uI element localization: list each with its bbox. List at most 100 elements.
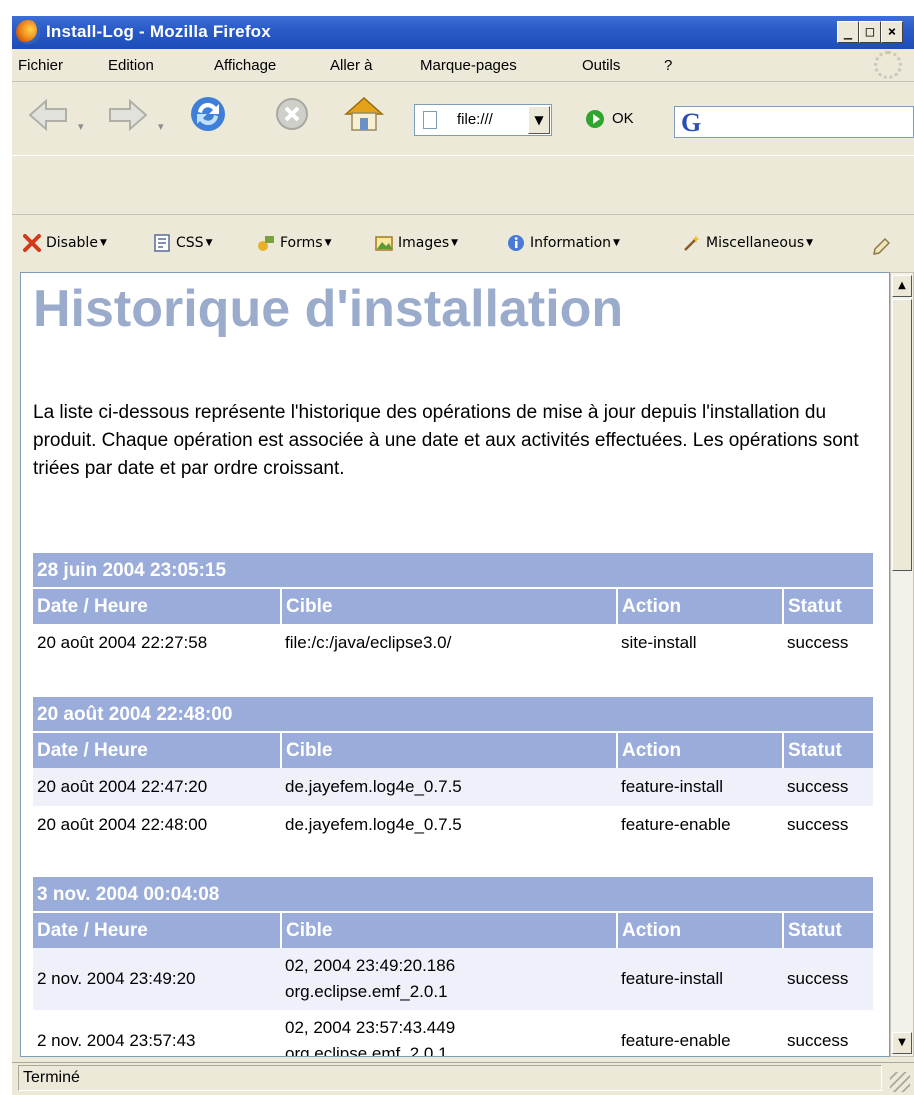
status-text: Terminé [18, 1065, 882, 1091]
column-header-target: Cible [280, 589, 617, 624]
vertical-scrollbar[interactable]: ▲ ▼ [890, 272, 914, 1057]
operation-block: 28 juin 2004 23:05:15 Date / Heure Cible… [33, 553, 873, 662]
menu-marque-pages[interactable]: Marque-pages [420, 57, 517, 74]
miscellaneous-menu[interactable]: Miscellaneous ▼ [682, 233, 813, 259]
cell-action: feature-enable [621, 815, 731, 834]
cell-action: site-install [621, 633, 697, 652]
column-header-action: Action [616, 733, 783, 768]
back-history-dropdown[interactable]: ▾ [78, 120, 84, 133]
table-header-row: Date / Heure Cible Action Statut [33, 733, 873, 768]
cell-date: 2 nov. 2004 23:57:43 [37, 1031, 196, 1050]
operation-block: 20 août 2004 22:48:00 Date / Heure Cible… [33, 697, 873, 844]
column-header-target: Cible [280, 913, 617, 948]
resize-grip-icon[interactable] [890, 1072, 910, 1092]
page-icon [423, 111, 437, 129]
web-developer-toolbar: Disable ▼ CSS ▼ Forms ▼ Images ▼ Information… [12, 226, 914, 266]
column-header-status: Statut [782, 589, 873, 624]
operation-block: 3 nov. 2004 00:04:08 Date / Heure Cible … [33, 877, 873, 1057]
table-row: 2 nov. 2004 23:49:20 02, 2004 23:49:20.1… [33, 948, 873, 1010]
url-text[interactable]: file:/// [457, 111, 527, 128]
menu-outils[interactable]: Outils [582, 57, 620, 74]
cell-status: success [787, 815, 849, 834]
operation-table: Date / Heure Cible Action Statut 2 nov. … [33, 913, 873, 1057]
home-icon[interactable] [342, 92, 386, 134]
go-button[interactable]: OK [612, 110, 634, 127]
search-box[interactable]: G [674, 106, 914, 138]
table-row: 20 août 2004 22:27:58 file:/c:/java/ecli… [33, 624, 873, 662]
cell-date: 20 août 2004 22:48:00 [37, 815, 208, 834]
table-row: 2 nov. 2004 23:57:43 02, 2004 23:57:43.4… [33, 1010, 873, 1057]
css-icon [154, 234, 170, 252]
scroll-up-arrow-icon[interactable]: ▲ [892, 275, 912, 297]
close-button[interactable]: × [881, 21, 903, 43]
cell-action: feature-enable [621, 1031, 731, 1050]
cell-status: success [787, 633, 849, 652]
menu-affichage[interactable]: Affichage [214, 57, 276, 74]
cell-target-line: org.eclipse.emf_2.0.1 [285, 1044, 448, 1057]
disable-menu[interactable]: Disable ▼ [22, 233, 107, 259]
forward-arrow-icon[interactable] [106, 98, 150, 132]
column-header-status: Statut [782, 913, 873, 948]
url-dropdown-button[interactable]: ▼ [528, 106, 550, 134]
back-arrow-icon[interactable] [26, 98, 70, 132]
operation-title: 28 juin 2004 23:05:15 [33, 553, 873, 589]
cell-action: feature-install [617, 768, 783, 806]
table-row: 20 août 2004 22:48:00 de.jayefem.log4e_0… [33, 806, 873, 844]
menu-bar: Fichier Edition Affichage Aller à Marque… [12, 49, 914, 82]
css-menu[interactable]: CSS ▼ [152, 233, 212, 259]
reload-icon[interactable] [188, 94, 228, 134]
menu-help[interactable]: ? [664, 57, 672, 74]
forms-menu[interactable]: Forms ▼ [256, 233, 331, 259]
table-header-row: Date / Heure Cible Action Statut [33, 913, 873, 948]
column-header-status: Statut [782, 733, 873, 768]
table-header-row: Date / Heure Cible Action Statut [33, 589, 873, 624]
url-bar[interactable]: file:/// ▼ [414, 104, 552, 136]
firefox-icon [16, 20, 40, 44]
operation-title: 20 août 2004 22:48:00 [33, 697, 873, 733]
miscellaneous-icon [684, 235, 700, 251]
cell-date: 2 nov. 2004 23:49:20 [33, 948, 281, 1010]
images-icon [375, 236, 393, 251]
forms-icon [258, 236, 274, 251]
go-icon[interactable] [586, 110, 604, 128]
menu-aller-a[interactable]: Aller à [330, 57, 373, 74]
cell-target-line: org.eclipse.emf_2.0.1 [285, 982, 448, 1001]
menu-edition[interactable]: Edition [108, 57, 154, 74]
page-title: Historique d'installation [33, 280, 624, 338]
intro-paragraph: La liste ci-dessous représente l'histori… [33, 402, 859, 479]
empty-toolbar [12, 155, 914, 215]
images-menu[interactable]: Images ▼ [374, 233, 458, 259]
browser-window: Install-Log - Mozilla Firefox _ □ × Fich… [12, 16, 914, 1095]
operation-title: 3 nov. 2004 00:04:08 [33, 877, 873, 913]
page-content: Historique d'installation La liste ci-de… [20, 272, 890, 1057]
cell-date: 20 août 2004 22:27:58 [37, 633, 208, 652]
forward-history-dropdown[interactable]: ▾ [158, 120, 164, 133]
stop-icon[interactable] [274, 96, 310, 132]
cell-date: 20 août 2004 22:47:20 [33, 768, 281, 806]
cell-target: de.jayefem.log4e_0.7.5 [281, 768, 617, 806]
window-title: Install-Log - Mozilla Firefox [46, 22, 271, 41]
cell-status: success [783, 768, 873, 806]
column-header-action: Action [616, 913, 783, 948]
status-bar: Terminé [12, 1062, 914, 1095]
information-icon [508, 235, 524, 251]
operation-table: Date / Heure Cible Action Statut 20 août… [33, 589, 873, 662]
table-row: 20 août 2004 22:47:20 de.jayefem.log4e_0… [33, 768, 873, 806]
title-bar: Install-Log - Mozilla Firefox _ □ × [12, 16, 914, 49]
scroll-down-arrow-icon[interactable]: ▼ [892, 1032, 912, 1054]
cell-target: 02, 2004 23:49:20.186 org.eclipse.emf_2.0… [281, 948, 617, 1010]
cell-status: success [783, 948, 873, 1010]
google-search-icon[interactable]: G [681, 108, 701, 138]
maximize-button[interactable]: □ [859, 21, 881, 43]
scrollbar-thumb[interactable] [892, 299, 912, 571]
pencil-icon[interactable] [870, 236, 892, 258]
column-header-target: Cible [280, 733, 617, 768]
navigation-toolbar: ▾ ▾ file:/// ▼ OK G [12, 82, 914, 154]
cell-target-line: 02, 2004 23:49:20.186 [285, 956, 456, 975]
menu-fichier[interactable]: Fichier [18, 57, 63, 74]
column-header-date: Date / Heure [33, 589, 281, 624]
column-header-date: Date / Heure [33, 913, 281, 948]
information-menu[interactable]: Information ▼ [506, 233, 620, 259]
minimize-button[interactable]: _ [837, 21, 859, 43]
disable-icon [23, 234, 41, 252]
